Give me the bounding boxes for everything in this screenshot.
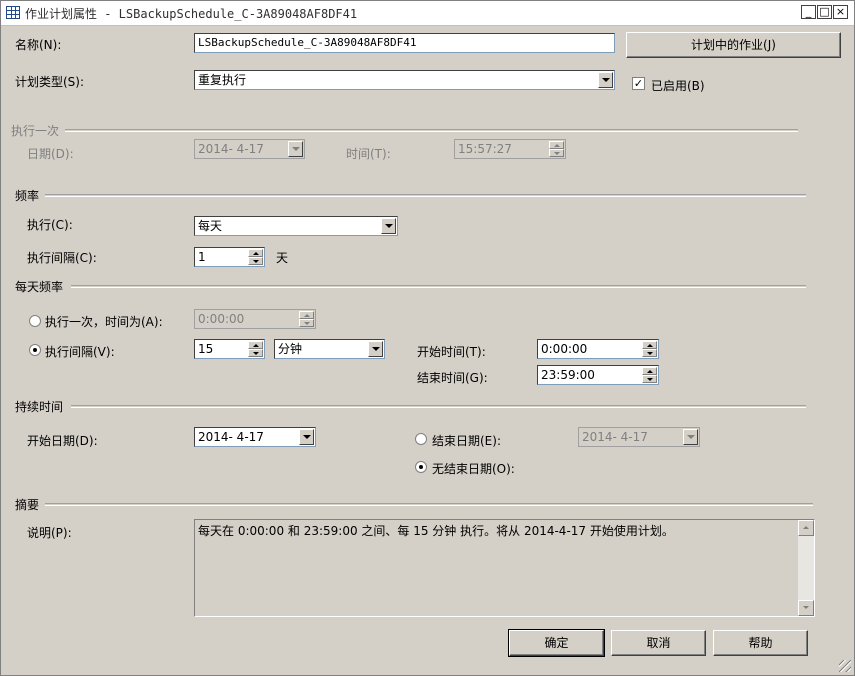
description-label: 说明(P): — [27, 526, 72, 540]
maximize-button[interactable]: □ — [817, 5, 832, 19]
end-date-picker[interactable]: 2014- 4-17 — [578, 427, 700, 447]
scroll-up-icon[interactable] — [798, 520, 814, 536]
occurs-value: 每天 — [198, 219, 223, 233]
one-time-time-label: 时间(T): — [346, 147, 391, 161]
name-label: 名称(N): — [15, 38, 62, 52]
schedule-properties-window: 作业计划属性 - LSBackupSchedule_C-3A89048AF8DF… — [0, 0, 855, 676]
chevron-down-icon[interactable] — [288, 141, 303, 157]
end-date-label: 结束日期(E): — [432, 434, 501, 448]
summary-section-title: 摘要 — [15, 498, 40, 512]
occurs-select[interactable]: 每天 — [194, 216, 398, 236]
duration-divider — [71, 405, 806, 408]
daily-section-title: 每天频率 — [15, 280, 64, 294]
one-time-date-picker[interactable]: 2014- 4-17 — [194, 139, 305, 159]
scroll-down-icon[interactable] — [798, 600, 814, 616]
chevron-down-icon[interactable] — [598, 72, 613, 88]
end-time-label: 结束时间(G): — [417, 371, 488, 385]
frequency-section-title: 频率 — [15, 189, 40, 203]
once-at-label: 执行一次，时间为(A): — [45, 315, 163, 329]
start-date-value: 2014- 4-17 — [198, 430, 264, 444]
start-date-picker[interactable]: 2014- 4-17 — [194, 427, 316, 447]
end-time-value: 23:59:00 — [541, 368, 595, 382]
recurs-every-label: 执行间隔(C): — [27, 251, 97, 265]
once-at-radio[interactable] — [29, 315, 41, 327]
frequency-divider — [45, 194, 806, 197]
jobs-in-schedule-button[interactable]: 计划中的作业(J) — [626, 32, 841, 58]
occurs-label: 执行(C): — [27, 218, 73, 232]
spinner-arrows-icon[interactable] — [642, 367, 657, 383]
title-bar[interactable]: 作业计划属性 - LSBackupSchedule_C-3A89048AF8DF… — [1, 1, 854, 26]
once-at-time-value: 0:00:00 — [198, 312, 245, 326]
spinner-arrows-icon[interactable] — [299, 311, 314, 327]
schedule-type-label: 计划类型(S): — [15, 75, 85, 89]
occurs-every-spinner[interactable]: 15 — [194, 339, 265, 359]
end-date-radio[interactable] — [415, 433, 427, 445]
summary-divider — [45, 503, 813, 506]
schedule-type-select[interactable]: 重复执行 — [194, 70, 615, 90]
one-time-divider — [65, 129, 798, 132]
occurs-every-unit-value: 分钟 — [278, 342, 303, 356]
cancel-button[interactable]: 取消 — [611, 630, 706, 656]
chevron-down-icon[interactable] — [683, 429, 698, 445]
one-time-date-value: 2014- 4-17 — [198, 142, 264, 156]
no-end-date-label: 无结束日期(O): — [432, 462, 515, 476]
spinner-arrows-icon[interactable] — [248, 249, 263, 265]
help-button[interactable]: 帮助 — [713, 630, 808, 656]
ok-button[interactable]: 确定 — [508, 629, 605, 657]
description-text: 每天在 0:00:00 和 23:59:00 之间、每 15 分钟 执行。将从 … — [198, 524, 674, 538]
spinner-arrows-icon[interactable] — [642, 341, 657, 357]
start-time-value: 0:00:00 — [541, 342, 588, 356]
minimize-button[interactable]: _ — [801, 5, 816, 19]
spinner-arrows-icon[interactable] — [549, 141, 564, 157]
description-scrollbar[interactable] — [798, 520, 814, 616]
one-time-time-value: 15:57:27 — [458, 142, 512, 156]
name-input[interactable]: LSBackupSchedule_C-3A89048AF8DF41 — [194, 33, 615, 53]
recurs-every-spinner[interactable]: 1 — [194, 247, 265, 267]
duration-section-title: 持续时间 — [15, 400, 64, 414]
chevron-down-icon[interactable] — [299, 429, 314, 445]
daily-divider — [71, 285, 806, 288]
one-time-time-spinner[interactable]: 15:57:27 — [454, 139, 566, 159]
start-time-label: 开始时间(T): — [417, 345, 486, 359]
end-date-value: 2014- 4-17 — [582, 430, 648, 444]
recurs-unit-label: 天 — [276, 251, 289, 265]
close-button[interactable]: × — [833, 5, 848, 19]
start-date-label: 开始日期(D): — [27, 434, 98, 448]
occurs-every-value: 15 — [198, 342, 214, 356]
recurs-every-value: 1 — [198, 250, 206, 264]
one-time-date-label: 日期(D): — [27, 147, 74, 161]
enabled-label: 已启用(B) — [651, 79, 705, 93]
enabled-checkbox[interactable]: ✓ — [632, 77, 645, 90]
start-time-spinner[interactable]: 0:00:00 — [537, 339, 659, 359]
occurs-every-unit-select[interactable]: 分钟 — [274, 339, 385, 359]
description-textarea[interactable]: 每天在 0:00:00 和 23:59:00 之间、每 15 分钟 执行。将从 … — [194, 519, 815, 617]
no-end-date-radio[interactable] — [415, 461, 427, 473]
schedule-type-value: 重复执行 — [198, 73, 247, 87]
occurs-every-radio[interactable] — [29, 344, 41, 356]
once-at-time-spinner[interactable]: 0:00:00 — [194, 309, 316, 329]
chevron-down-icon[interactable] — [368, 341, 383, 357]
chevron-down-icon[interactable] — [381, 218, 396, 234]
grid-app-icon — [6, 6, 20, 19]
resize-grip-icon[interactable] — [839, 660, 851, 672]
one-time-section-title: 执行一次 — [11, 124, 60, 138]
end-time-spinner[interactable]: 23:59:00 — [537, 365, 659, 385]
spinner-arrows-icon[interactable] — [248, 341, 263, 357]
window-title: 作业计划属性 - LSBackupSchedule_C-3A89048AF8DF… — [25, 7, 358, 21]
occurs-every-label: 执行间隔(V): — [45, 345, 115, 359]
